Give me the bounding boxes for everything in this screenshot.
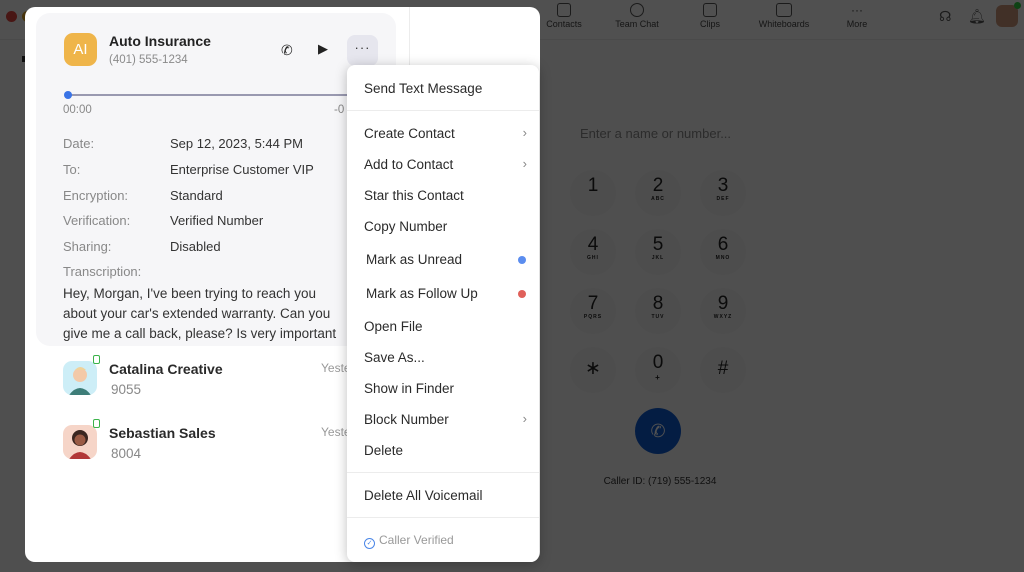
menu-divider <box>347 472 539 473</box>
menu-delete-all-voicemail[interactable]: Delete All Voicemail <box>364 488 524 503</box>
menu-block-number[interactable]: Block Number › <box>364 411 527 427</box>
menu-show-in-finder[interactable]: Show in Finder <box>364 381 524 396</box>
menu-create-contact[interactable]: Create Contact › <box>364 125 527 141</box>
caller-avatar: AI <box>64 33 97 66</box>
play-icon: ▶ <box>318 41 328 56</box>
caller-name: Auto Insurance <box>109 33 211 49</box>
phone-icon: ✆ <box>281 42 293 58</box>
chevron-right-icon: › <box>522 125 527 140</box>
context-menu: Send Text Message Create Contact › Add to… <box>347 65 539 562</box>
caller-number: (401) 555-1234 <box>109 54 188 66</box>
menu-open-file[interactable]: Open File <box>364 319 524 334</box>
menu-save-as[interactable]: Save As... <box>364 350 524 365</box>
call-back-button[interactable]: ✆ <box>281 42 293 59</box>
menu-copy-number[interactable]: Copy Number <box>364 219 524 234</box>
playback-track[interactable] <box>67 94 367 96</box>
presence-indicator <box>93 355 100 364</box>
menu-send-text-message[interactable]: Send Text Message <box>364 81 524 96</box>
voicemail-card: AI Auto Insurance (401) 555-1234 ✆ ▶ ···… <box>36 13 396 346</box>
follow-up-dot-icon <box>518 290 526 298</box>
list-item[interactable]: Sebastian Sales 8004 Yesterday <box>63 419 383 473</box>
remaining-time: -0 <box>334 104 345 116</box>
playback-handle[interactable] <box>64 91 72 99</box>
presence-indicator <box>93 419 100 428</box>
verified-check-icon: ✓ <box>364 538 375 549</box>
menu-mark-unread[interactable]: Mark as Unread <box>366 252 526 267</box>
contact-avatar <box>63 425 97 459</box>
chevron-right-icon: › <box>522 156 527 171</box>
menu-delete[interactable]: Delete <box>364 443 524 458</box>
menu-divider <box>347 517 539 518</box>
menu-add-to-contact[interactable]: Add to Contact › <box>364 156 527 172</box>
list-item[interactable]: Catalina Creative 9055 Yesterday <box>63 355 383 409</box>
unread-dot-icon <box>518 256 526 264</box>
more-options-button[interactable]: ··· <box>347 35 378 66</box>
elapsed-time: 00:00 <box>63 104 92 116</box>
menu-star-contact[interactable]: Star this Contact <box>364 188 524 203</box>
ellipsis-icon: ··· <box>354 40 371 55</box>
transcription-label: Transcription: <box>63 264 142 279</box>
menu-divider <box>347 110 539 111</box>
chevron-right-icon: › <box>522 411 527 426</box>
contact-avatar <box>63 361 97 395</box>
caller-verified-status: ✓ Caller Verified <box>364 533 454 549</box>
menu-mark-follow-up[interactable]: Mark as Follow Up <box>366 286 526 301</box>
play-button[interactable]: ▶ <box>318 41 328 57</box>
